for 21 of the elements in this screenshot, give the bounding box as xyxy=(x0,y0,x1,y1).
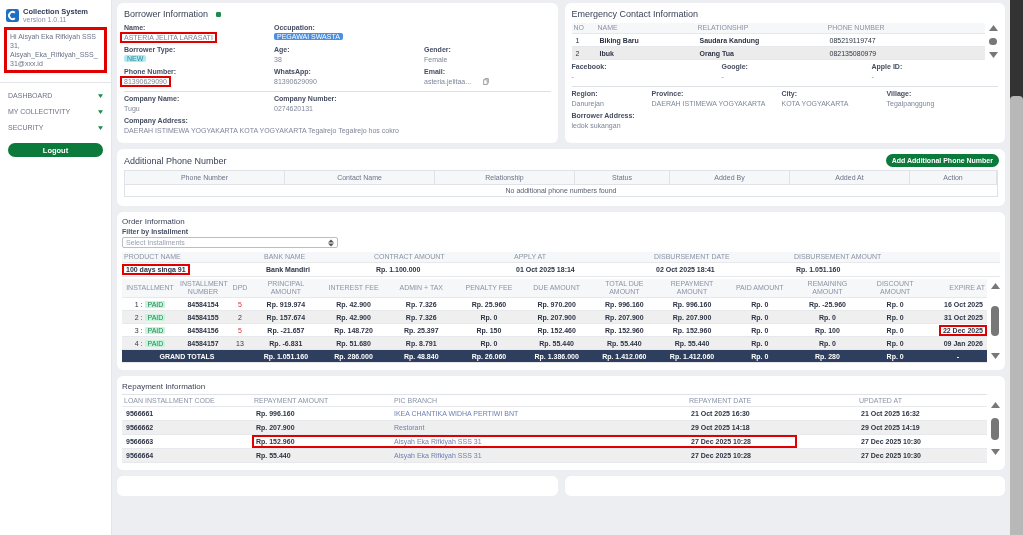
caret-icon[interactable] xyxy=(98,125,103,130)
spinner-icon xyxy=(328,238,334,247)
scroll-thumb[interactable] xyxy=(989,38,997,45)
scroll-thumb[interactable] xyxy=(991,417,999,440)
logo-icon xyxy=(6,8,19,22)
scroll-up-icon[interactable] xyxy=(990,283,1000,289)
scroll-up-icon[interactable] xyxy=(988,25,998,31)
caret-icon[interactable] xyxy=(98,93,103,98)
page-scrollbar[interactable] xyxy=(1010,0,1023,535)
scroll-down-icon[interactable] xyxy=(988,52,998,58)
scroll-up-icon[interactable] xyxy=(990,402,1000,408)
caret-icon[interactable] xyxy=(98,109,103,114)
section-title: Order Information xyxy=(122,217,185,226)
section-title: Borrower Information xyxy=(124,9,209,19)
copy-icon[interactable] xyxy=(483,78,490,85)
section-title: Emergency Contact Information xyxy=(571,9,699,19)
scroll-thumb[interactable] xyxy=(991,306,999,336)
section-title: Additional Phone Number xyxy=(124,156,227,166)
scroll-down-icon[interactable] xyxy=(990,449,1000,455)
scroll-down-icon[interactable] xyxy=(990,353,1000,359)
section-title: Repayment Information xyxy=(122,382,206,391)
